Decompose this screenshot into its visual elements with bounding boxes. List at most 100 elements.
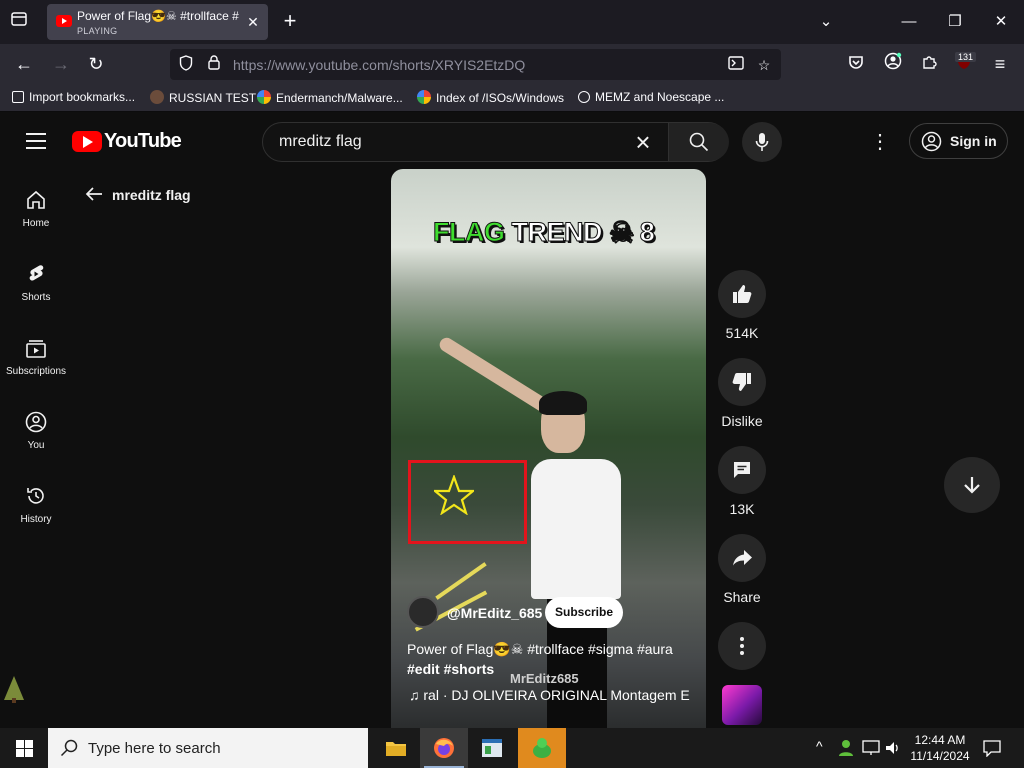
firefox-taskbar-button[interactable] (420, 728, 468, 768)
bookmark-endermanch[interactable]: Endermanch/Malware... (257, 90, 403, 105)
back-arrow-icon[interactable] (84, 185, 104, 208)
next-short-button[interactable] (944, 457, 1000, 513)
video-overlay-title: FLAG TREND ☠ 8 (433, 217, 656, 248)
comments-action[interactable]: 13K (718, 446, 766, 517)
channel-avatar[interactable] (407, 596, 439, 628)
voice-search-button[interactable] (742, 122, 782, 162)
windows-logo-icon (16, 740, 33, 757)
sign-in-button[interactable]: Sign in (909, 123, 1008, 159)
tab-title: Power of Flag😎☠ #trollface # (77, 9, 239, 23)
show-hidden-icons-chevron-icon[interactable]: ^ (816, 738, 823, 754)
dislike-button[interactable] (718, 358, 766, 406)
reload-icon[interactable]: ↻ (84, 52, 108, 76)
like-button[interactable] (718, 270, 766, 318)
search-box[interactable]: mreditz flag × (262, 122, 729, 162)
green-creature-icon (533, 738, 551, 758)
extensions-puzzle-icon[interactable] (917, 52, 941, 76)
sidebar-item-label: You (27, 440, 45, 451)
import-icon (12, 91, 24, 103)
thumbs-up-icon (733, 285, 752, 303)
clock-date: 11/14/2024 (910, 749, 970, 763)
window-app-icon (482, 739, 502, 757)
globe-icon (578, 91, 590, 103)
clear-search-icon[interactable]: × (629, 129, 657, 157)
search-icon (689, 132, 709, 152)
minimize-icon[interactable]: — (894, 8, 924, 36)
new-tab-icon[interactable]: + (278, 10, 302, 34)
dislike-action[interactable]: Dislike (718, 358, 766, 429)
sidebar-item-history[interactable]: History (0, 485, 72, 545)
start-button[interactable] (0, 728, 48, 768)
sidebar-item-home[interactable]: Home (0, 189, 72, 249)
comment-count: 13K (729, 501, 755, 517)
url-bar[interactable]: https://www.youtube.com/shorts/XRYIS2Etz… (170, 49, 781, 80)
share-button[interactable] (718, 534, 766, 582)
notifications-icon[interactable] (983, 739, 1001, 757)
you-icon (25, 411, 47, 433)
results-title: mreditz flag (112, 187, 191, 203)
url-text[interactable]: https://www.youtube.com/shorts/XRYIS2Etz… (233, 57, 525, 73)
bookmark-russian-test[interactable]: RUSSIAN TEST (150, 90, 256, 105)
comment-icon (734, 462, 750, 478)
youtube-favicon-icon (56, 15, 72, 27)
lock-icon[interactable] (204, 55, 224, 75)
site-favicon-icon (150, 90, 164, 104)
green-app-taskbar-button[interactable] (518, 728, 566, 768)
extension-badge: 131 (955, 52, 977, 62)
video-person-hair (539, 391, 587, 415)
sidebar-item-label: Subscriptions (5, 366, 67, 377)
window-close-icon[interactable]: ✕ (986, 8, 1016, 36)
volume-icon[interactable] (885, 740, 901, 756)
tab-list-icon[interactable] (8, 12, 30, 32)
reader-mode-icon[interactable] (726, 55, 746, 75)
bookmark-memz[interactable]: MEMZ and Noescape ... (578, 90, 724, 104)
short-video-player[interactable]: FLAG TREND ☠ 8 @MrEditz_685 Subscribe Po… (391, 169, 706, 728)
bookmark-import[interactable]: Import bookmarks... (12, 90, 135, 104)
app-menu-icon[interactable]: ≡ (988, 52, 1012, 76)
bookmark-isos[interactable]: Index of /ISOs/Windows (417, 90, 564, 105)
more-options-button[interactable] (718, 622, 766, 670)
microphone-icon (755, 133, 769, 151)
sidebar-item-you[interactable]: You (0, 411, 72, 471)
arrow-down-icon (964, 477, 980, 494)
windows-taskbar: Type here to search ^ 12:44 AM 11/14/202… (0, 728, 1024, 768)
star-icon (434, 475, 474, 515)
people-icon[interactable] (838, 739, 854, 757)
search-input[interactable]: mreditz flag (279, 133, 362, 151)
home-icon (27, 190, 45, 209)
youtube-logo-icon[interactable] (72, 131, 102, 152)
bookmark-star-icon[interactable]: ☆ (754, 55, 774, 75)
active-tab[interactable]: Power of Flag😎☠ #trollface # PLAYING ✕ (47, 4, 268, 40)
subscribe-button[interactable]: Subscribe (545, 597, 623, 628)
app-taskbar-button[interactable] (468, 728, 516, 768)
account-icon[interactable] (881, 52, 905, 76)
tab-close-icon[interactable]: ✕ (244, 13, 262, 31)
guide-menu-icon[interactable] (26, 133, 46, 149)
taskbar-search-box[interactable]: Type here to search (48, 728, 368, 768)
pocket-icon[interactable] (844, 52, 868, 76)
more-action[interactable] (718, 622, 766, 670)
like-action[interactable]: 514K (718, 270, 766, 341)
music-info[interactable]: ♫ ral · DJ OLIVEIRA ORIGINAL Montagem E (409, 687, 699, 703)
network-icon[interactable] (862, 740, 880, 756)
desktop-tree-icon[interactable] (2, 674, 26, 704)
sidebar-item-subscriptions[interactable]: Subscriptions (0, 337, 72, 397)
comments-button[interactable] (718, 446, 766, 494)
history-icon (27, 488, 44, 504)
forward-arrow-icon[interactable]: → (49, 52, 73, 76)
youtube-logo-text[interactable]: YouTube (104, 130, 182, 153)
sound-thumbnail[interactable] (722, 685, 762, 725)
sidebar-item-shorts[interactable]: Shorts (0, 263, 72, 323)
restore-icon[interactable]: ❐ (940, 8, 970, 36)
settings-more-icon[interactable]: ⋮ (870, 130, 890, 154)
search-button[interactable] (668, 123, 729, 161)
list-all-tabs-chevron-icon[interactable]: ⌄ (811, 8, 841, 36)
back-arrow-icon[interactable]: ← (12, 52, 36, 76)
tracking-protection-shield-icon[interactable] (176, 55, 196, 75)
taskbar-clock[interactable]: 12:44 AM 11/14/2024 (905, 732, 975, 764)
shorts-icon (29, 265, 44, 281)
share-action[interactable]: Share (718, 534, 766, 605)
channel-name[interactable]: @MrEditz_685 (447, 605, 542, 621)
sign-in-label: Sign in (950, 133, 997, 149)
file-explorer-taskbar-button[interactable] (372, 728, 420, 768)
